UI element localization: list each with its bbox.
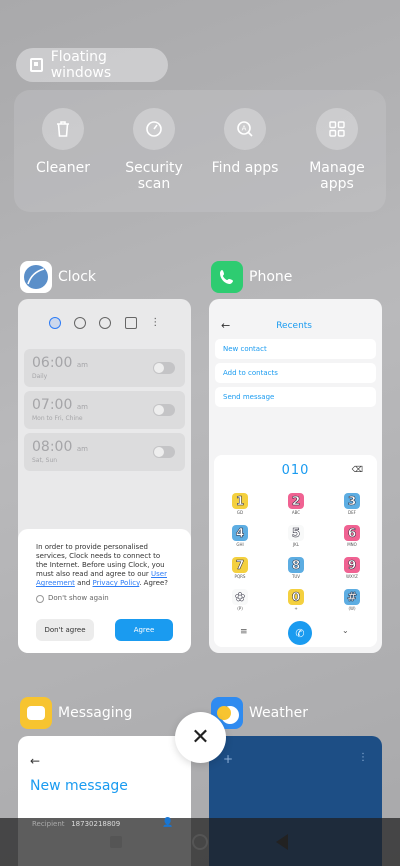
dial-key-1[interactable]: 1 GD bbox=[229, 493, 251, 515]
clock-app-name: Clock bbox=[58, 269, 97, 285]
alarm-ampm: am bbox=[76, 445, 88, 453]
new-message-title: New message bbox=[30, 778, 128, 794]
floating-windows-label: Floating windows bbox=[50, 49, 112, 81]
dial-key-hash[interactable]: # (W) bbox=[341, 589, 363, 611]
navigation-bar: Recipient 18730218809 👤 bbox=[0, 818, 400, 866]
search-app-icon: A bbox=[224, 108, 266, 150]
back-arrow-icon[interactable]: ← bbox=[221, 319, 230, 332]
clock-app-icon bbox=[20, 261, 52, 293]
alarm-time: 08:00 bbox=[32, 439, 73, 455]
clock-tabs: ⋮ bbox=[18, 317, 191, 329]
phone-app-name: Phone bbox=[249, 269, 293, 285]
dont-show-label: Don't show again bbox=[48, 594, 109, 602]
alarm-toggle[interactable] bbox=[153, 362, 175, 374]
dont-agree-button[interactable]: Don't agree bbox=[36, 619, 94, 641]
grid-icon bbox=[316, 108, 358, 150]
security-scan-tool[interactable]: Security scan bbox=[109, 108, 199, 192]
message-recipient: Recipient 18730218809 bbox=[32, 820, 121, 828]
dial-key-9[interactable]: 9 WXYZ bbox=[341, 557, 363, 579]
back-arrow-icon[interactable]: ← bbox=[30, 754, 40, 768]
phone-app-header[interactable]: Phone bbox=[211, 261, 292, 293]
timer-tab-icon[interactable] bbox=[124, 317, 137, 329]
cleaner-tool[interactable]: Cleaner bbox=[18, 108, 108, 176]
dialpad: 010 ⌫ 1 GD 2 ABC 3 DEF 4 GHI 5 JKL 6 MNO 7 PQRS… bbox=[214, 455, 377, 647]
clock-app-preview[interactable]: ⋮ 06:00 am Daily 07:00 am Mon to Fri, Ch… bbox=[18, 299, 191, 653]
trash-icon bbox=[42, 108, 84, 150]
dialpad-toggle-icon[interactable]: ⌄ bbox=[342, 626, 349, 635]
manage-apps-tool[interactable]: Manage apps bbox=[292, 108, 382, 192]
floating-windows-button[interactable]: Floating windows bbox=[16, 48, 168, 82]
alarm-time: 07:00 bbox=[32, 397, 73, 413]
send-message-option[interactable]: Send message bbox=[215, 387, 376, 407]
consent-text: In order to provide personalised service… bbox=[36, 543, 168, 587]
close-icon: ✕ bbox=[191, 725, 210, 750]
security-scan-label: Security scan bbox=[125, 160, 183, 192]
stopwatch-tab-icon[interactable] bbox=[99, 317, 112, 329]
speedometer-icon bbox=[133, 108, 175, 150]
more-options-icon[interactable]: ⋮ bbox=[150, 317, 160, 329]
call-button[interactable]: ✆ bbox=[288, 621, 312, 645]
dial-key-2[interactable]: 2 ABC bbox=[285, 493, 307, 515]
contact-icon[interactable]: 👤 bbox=[162, 818, 173, 828]
dial-key-8[interactable]: 8 TUV bbox=[285, 557, 307, 579]
messaging-app-name: Messaging bbox=[58, 705, 133, 721]
messaging-app-icon bbox=[20, 697, 52, 729]
messaging-app-header[interactable]: Messaging bbox=[20, 697, 132, 729]
dial-key-star[interactable]: ✿ (P) bbox=[229, 589, 251, 611]
phone-app-icon bbox=[211, 261, 243, 293]
clock-app-header[interactable]: Clock bbox=[20, 261, 96, 293]
home-nav-icon[interactable] bbox=[192, 834, 208, 850]
quick-tools-panel: Cleaner Security scan A Find apps Manage… bbox=[14, 90, 386, 212]
dont-show-again-option[interactable]: Don't show again bbox=[36, 594, 173, 603]
dial-key-5[interactable]: 5 JKL bbox=[285, 525, 307, 547]
menu-icon[interactable]: ≡ bbox=[240, 627, 248, 637]
find-apps-label: Find apps bbox=[211, 160, 279, 176]
alarm-item[interactable]: 07:00 am Mon to Fri, Chine bbox=[24, 391, 185, 429]
dont-show-checkbox[interactable] bbox=[36, 594, 44, 603]
dial-key-0[interactable]: 0 + bbox=[285, 589, 307, 611]
weather-app-name: Weather bbox=[249, 705, 308, 721]
alarm-repeat: Daily bbox=[32, 373, 48, 380]
alarm-ampm: am bbox=[76, 361, 88, 369]
dial-key-6[interactable]: 6 MNO bbox=[341, 525, 363, 547]
recents-title: Recents bbox=[276, 320, 312, 331]
svg-text:A: A bbox=[242, 125, 247, 133]
new-contact-option[interactable]: New contact bbox=[215, 339, 376, 359]
alarm-toggle[interactable] bbox=[153, 404, 175, 416]
phone-call-icon: ✆ bbox=[295, 626, 305, 640]
phone-app-preview[interactable]: ← Recents New contact Add to contacts Se… bbox=[209, 299, 382, 653]
recents-nav-icon[interactable] bbox=[110, 836, 122, 848]
alarm-toggle[interactable] bbox=[153, 446, 175, 458]
world-clock-tab-icon[interactable] bbox=[74, 317, 87, 329]
alarm-ampm: am bbox=[76, 403, 88, 411]
more-options-icon[interactable]: ⋮ bbox=[358, 752, 368, 763]
alarm-tab-icon[interactable] bbox=[48, 317, 61, 329]
close-all-button[interactable]: ✕ bbox=[175, 712, 226, 763]
alarm-repeat: Sat, Sun bbox=[32, 457, 58, 464]
dial-key-3[interactable]: 3 DEF bbox=[341, 493, 363, 515]
alarm-repeat: Mon to Fri, Chine bbox=[32, 415, 83, 422]
weather-app-header[interactable]: Weather bbox=[211, 697, 308, 729]
privacy-policy-link[interactable]: Privacy Policy bbox=[93, 579, 140, 587]
backspace-icon[interactable]: ⌫ bbox=[352, 465, 363, 474]
consent-dialog: In order to provide personalised service… bbox=[18, 529, 191, 653]
alarm-item[interactable]: 08:00 am Sat, Sun bbox=[24, 433, 185, 471]
find-apps-tool[interactable]: A Find apps bbox=[200, 108, 290, 176]
cleaner-label: Cleaner bbox=[35, 160, 91, 176]
alarm-time: 06:00 bbox=[32, 355, 73, 371]
add-to-contacts-option[interactable]: Add to contacts bbox=[215, 363, 376, 383]
add-city-icon[interactable]: + bbox=[223, 752, 233, 766]
manage-apps-label: Manage apps bbox=[309, 160, 365, 192]
dial-key-7[interactable]: 7 PQRS bbox=[229, 557, 251, 579]
back-nav-icon[interactable] bbox=[276, 834, 288, 850]
alarm-item[interactable]: 06:00 am Daily bbox=[24, 349, 185, 387]
floating-window-icon bbox=[30, 58, 43, 72]
dial-key-4[interactable]: 4 GHI bbox=[229, 525, 251, 547]
agree-button[interactable]: Agree bbox=[115, 619, 173, 641]
